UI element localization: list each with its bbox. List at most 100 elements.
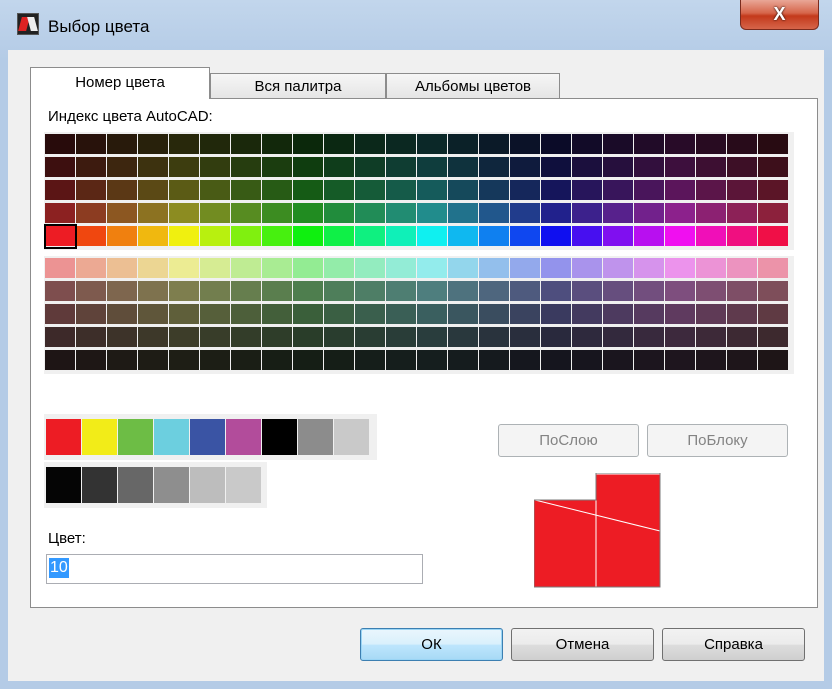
title-bar[interactable]: Выбор цвета X <box>0 0 832 50</box>
palette-color-swatch[interactable] <box>355 350 385 370</box>
palette-color-swatch[interactable] <box>231 157 261 177</box>
standard-color-swatch[interactable] <box>118 419 153 455</box>
palette-color-swatch[interactable] <box>262 180 292 200</box>
palette-color-swatch[interactable] <box>448 157 478 177</box>
palette-color-swatch[interactable] <box>479 327 509 347</box>
palette-color-swatch[interactable] <box>634 304 664 324</box>
palette-color-swatch[interactable] <box>355 180 385 200</box>
palette-color-swatch[interactable] <box>448 203 478 223</box>
palette-color-swatch[interactable] <box>479 203 509 223</box>
palette-color-swatch[interactable] <box>169 134 199 154</box>
palette-color-swatch[interactable] <box>417 157 447 177</box>
palette-color-swatch[interactable] <box>696 134 726 154</box>
palette-color-swatch[interactable] <box>45 203 75 223</box>
palette-color-swatch[interactable] <box>448 226 478 246</box>
standard-color-swatch[interactable] <box>298 419 333 455</box>
standard-color-swatch[interactable] <box>262 419 297 455</box>
palette-color-swatch[interactable] <box>417 258 447 278</box>
palette-color-swatch[interactable] <box>45 281 75 301</box>
palette-color-swatch[interactable] <box>541 226 571 246</box>
palette-color-swatch[interactable] <box>138 350 168 370</box>
palette-color-swatch[interactable] <box>696 258 726 278</box>
palette-color-swatch[interactable] <box>355 157 385 177</box>
palette-color-swatch[interactable] <box>448 281 478 301</box>
palette-color-swatch[interactable] <box>262 304 292 324</box>
palette-color-swatch[interactable] <box>138 203 168 223</box>
palette-color-swatch[interactable] <box>386 157 416 177</box>
palette-color-swatch[interactable] <box>76 258 106 278</box>
palette-color-swatch[interactable] <box>293 258 323 278</box>
palette-color-swatch[interactable] <box>727 226 757 246</box>
palette-color-swatch[interactable] <box>324 281 354 301</box>
palette-color-swatch[interactable] <box>541 258 571 278</box>
palette-color-swatch[interactable] <box>324 350 354 370</box>
palette-color-swatch[interactable] <box>448 180 478 200</box>
palette-color-swatch[interactable] <box>727 157 757 177</box>
palette-color-swatch[interactable] <box>696 226 726 246</box>
palette-color-swatch[interactable] <box>541 180 571 200</box>
palette-color-swatch[interactable] <box>417 134 447 154</box>
tab-index-color[interactable]: Номер цвета <box>30 67 210 99</box>
standard-color-swatch[interactable] <box>154 419 189 455</box>
palette-color-swatch[interactable] <box>510 203 540 223</box>
palette-color-swatch[interactable] <box>200 134 230 154</box>
palette-color-swatch[interactable] <box>510 134 540 154</box>
palette-color-swatch[interactable] <box>448 350 478 370</box>
palette-color-swatch[interactable] <box>138 157 168 177</box>
palette-color-swatch[interactable] <box>696 180 726 200</box>
palette-color-swatch[interactable] <box>262 226 292 246</box>
gray-color-swatch[interactable] <box>82 467 117 503</box>
palette-color-swatch[interactable] <box>76 350 106 370</box>
palette-color-swatch[interactable] <box>45 180 75 200</box>
palette-color-swatch[interactable] <box>386 281 416 301</box>
palette-color-swatch[interactable] <box>169 281 199 301</box>
palette-color-swatch[interactable] <box>200 157 230 177</box>
palette-color-swatch[interactable] <box>603 258 633 278</box>
palette-color-swatch[interactable] <box>572 134 602 154</box>
palette-color-swatch[interactable] <box>138 180 168 200</box>
palette-color-swatch[interactable] <box>696 304 726 324</box>
palette-color-swatch[interactable] <box>324 226 354 246</box>
palette-color-swatch[interactable] <box>76 134 106 154</box>
palette-color-swatch[interactable] <box>572 203 602 223</box>
palette-color-swatch[interactable] <box>200 258 230 278</box>
palette-color-swatch[interactable] <box>758 180 788 200</box>
palette-color-swatch[interactable] <box>634 281 664 301</box>
palette-color-swatch[interactable] <box>665 180 695 200</box>
palette-color-swatch[interactable] <box>355 327 385 347</box>
palette-color-swatch[interactable] <box>665 203 695 223</box>
palette-color-swatch[interactable] <box>758 350 788 370</box>
palette-color-swatch[interactable] <box>169 350 199 370</box>
palette-color-swatch[interactable] <box>572 350 602 370</box>
palette-color-swatch[interactable] <box>76 281 106 301</box>
palette-color-swatch[interactable] <box>758 304 788 324</box>
palette-color-swatch[interactable] <box>231 134 261 154</box>
palette-color-swatch[interactable] <box>386 180 416 200</box>
gray-color-swatch[interactable] <box>154 467 189 503</box>
palette-color-swatch[interactable] <box>107 226 137 246</box>
palette-color-swatch[interactable] <box>727 134 757 154</box>
palette-color-swatch[interactable] <box>355 226 385 246</box>
palette-color-swatch[interactable] <box>510 180 540 200</box>
palette-color-swatch[interactable] <box>603 226 633 246</box>
palette-color-swatch[interactable] <box>603 304 633 324</box>
palette-color-swatch[interactable] <box>45 258 75 278</box>
cancel-button[interactable]: Отмена <box>511 628 654 661</box>
help-button[interactable]: Справка <box>662 628 805 661</box>
palette-color-swatch[interactable] <box>293 157 323 177</box>
palette-color-swatch[interactable] <box>324 157 354 177</box>
palette-color-swatch[interactable] <box>479 258 509 278</box>
gray-color-swatch[interactable] <box>118 467 153 503</box>
palette-color-swatch[interactable] <box>169 258 199 278</box>
palette-color-swatch[interactable] <box>572 327 602 347</box>
palette-color-swatch[interactable] <box>231 281 261 301</box>
palette-color-swatch[interactable] <box>417 327 447 347</box>
palette-color-swatch[interactable] <box>386 350 416 370</box>
palette-color-swatch[interactable] <box>293 281 323 301</box>
palette-color-swatch[interactable] <box>76 203 106 223</box>
palette-color-swatch[interactable] <box>541 350 571 370</box>
palette-color-swatch[interactable] <box>665 226 695 246</box>
palette-color-swatch[interactable] <box>572 304 602 324</box>
gray-color-swatch[interactable] <box>46 467 81 503</box>
palette-color-swatch[interactable] <box>665 327 695 347</box>
